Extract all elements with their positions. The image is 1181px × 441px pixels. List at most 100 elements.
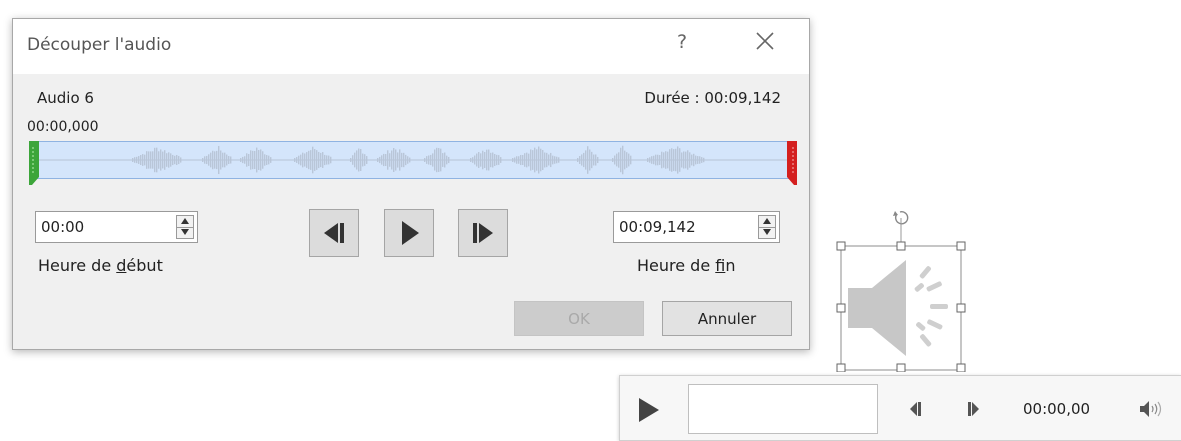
- ok-button[interactable]: OK: [514, 301, 644, 336]
- audio-name: Audio 6: [37, 89, 94, 107]
- waveform-bar: [699, 156, 701, 164]
- player-play-button[interactable]: [634, 395, 664, 425]
- waveform-bar: [626, 152, 628, 168]
- waveform-bar: [150, 151, 152, 169]
- waveform-bar: [490, 152, 492, 168]
- waveform-bar: [360, 149, 362, 171]
- player-previous-button[interactable]: [905, 400, 925, 418]
- waveform-bar: [320, 152, 322, 168]
- volume-icon: [1140, 401, 1162, 417]
- arrow-down-icon: [181, 229, 189, 235]
- play-icon: [402, 221, 419, 245]
- waveform-bar: [401, 152, 403, 168]
- next-frame-button[interactable]: [458, 209, 508, 257]
- waveform-bar: [681, 152, 683, 168]
- next-icon: [968, 402, 979, 416]
- waveform-bar: [647, 158, 649, 162]
- player-volume-button[interactable]: [1138, 398, 1164, 420]
- waveform-bar: [164, 150, 166, 170]
- player-progress-bar[interactable]: [688, 384, 878, 434]
- play-button[interactable]: [384, 209, 434, 257]
- waveform-bar: [538, 146, 540, 174]
- waveform-bar: [318, 151, 320, 169]
- waveform-bar: [403, 152, 405, 168]
- waveform-bar: [138, 156, 140, 164]
- waveform-bar: [520, 154, 522, 166]
- waveform-bar: [428, 155, 430, 165]
- start-time-down-button[interactable]: [177, 227, 193, 238]
- waveform-bar: [701, 157, 703, 163]
- player-next-button[interactable]: [964, 400, 984, 418]
- waveform-bar: [226, 154, 228, 166]
- end-time-spinner[interactable]: [758, 215, 776, 239]
- trim-audio-dialog: Découper l'audio ? Audio 6 Durée : 00:09…: [12, 18, 810, 350]
- waveform-bar: [134, 157, 136, 163]
- waveform-bar: [407, 156, 409, 164]
- close-icon[interactable]: [754, 30, 776, 52]
- waveform-bar: [294, 158, 296, 162]
- waveform-bar: [518, 156, 520, 164]
- waveform-bar: [480, 153, 482, 167]
- end-time-caption: Heure de fin: [637, 256, 736, 275]
- waveform-bar: [540, 148, 542, 172]
- end-trim-handle[interactable]: [785, 141, 797, 185]
- waveform-bar: [330, 156, 332, 164]
- waveform-bar: [597, 156, 599, 164]
- waveform-bar: [616, 153, 618, 167]
- waveform-bar: [558, 157, 560, 163]
- waveform-bar: [577, 158, 579, 162]
- start-trim-handle[interactable]: [29, 141, 41, 185]
- waveform-bar: [528, 153, 530, 167]
- audio-object[interactable]: [836, 206, 966, 372]
- help-icon[interactable]: ?: [677, 31, 687, 53]
- end-time-input[interactable]: [614, 212, 753, 242]
- waveform-bar: [387, 150, 389, 170]
- waveform-bar: [362, 153, 364, 167]
- waveform-bar: [252, 150, 254, 170]
- waveform-bar: [399, 149, 401, 171]
- waveform-bar: [697, 156, 699, 164]
- previous-frame-button[interactable]: [309, 209, 359, 257]
- start-time-input[interactable]: [36, 212, 171, 242]
- start-time-spinner[interactable]: [176, 215, 194, 239]
- waveform-bar: [174, 155, 176, 165]
- waveform-bar: [614, 155, 616, 165]
- waveform-bar: [178, 155, 180, 165]
- next-frame-icon: [473, 223, 493, 243]
- waveform-bar: [669, 149, 671, 171]
- waveform-bar: [324, 154, 326, 166]
- arrow-up-icon: [763, 218, 771, 224]
- waveform-bar: [381, 155, 383, 165]
- waveform-bar: [498, 155, 500, 165]
- waveform-bar: [595, 154, 597, 166]
- waveform-bar: [298, 155, 300, 165]
- cancel-button[interactable]: Annuler: [662, 301, 792, 336]
- waveform-bar: [550, 152, 552, 168]
- audio-timeline[interactable]: [29, 141, 797, 185]
- waveform-bar: [424, 158, 426, 162]
- waveform-bar: [222, 152, 224, 168]
- waveform-bar: [146, 151, 148, 169]
- waveform-bar: [432, 153, 434, 167]
- waveform-bar: [628, 153, 630, 167]
- waveform-bar: [446, 155, 448, 165]
- waveform-bar: [624, 150, 626, 170]
- arrow-up-icon: [181, 218, 189, 224]
- waveform-bar: [552, 155, 554, 165]
- start-time-field[interactable]: [35, 211, 198, 243]
- waveform-bar: [476, 153, 478, 167]
- waveform-bar: [304, 153, 306, 167]
- waveform-bar: [300, 154, 302, 166]
- waveform-bar: [687, 150, 689, 170]
- waveform-bar: [391, 150, 393, 170]
- end-time-field[interactable]: [613, 211, 780, 243]
- waveform-bar: [440, 148, 442, 172]
- waveform-bar: [679, 148, 681, 172]
- end-time-down-button[interactable]: [759, 227, 775, 238]
- waveform-bar: [442, 153, 444, 167]
- waveform-bar: [254, 150, 256, 170]
- waveform-bar: [244, 156, 246, 164]
- waveform-bar: [326, 155, 328, 165]
- waveform-bar: [675, 148, 677, 172]
- waveform-bar: [703, 157, 705, 163]
